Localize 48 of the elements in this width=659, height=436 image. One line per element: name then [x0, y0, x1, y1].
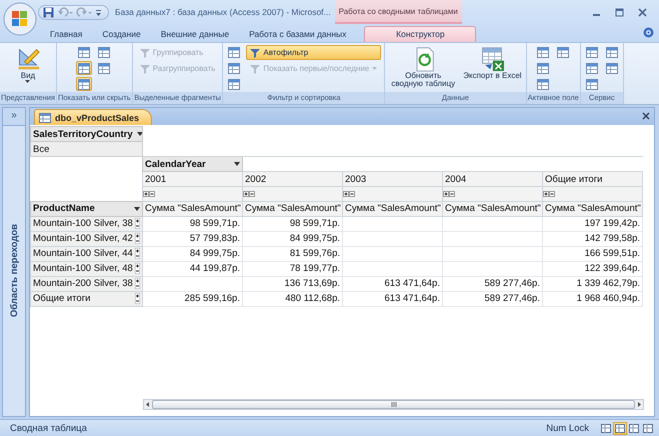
ribbon-tab[interactable]: Создание [92, 26, 151, 42]
window-title: База данных7 : база данных (Access 2007) - Microsof... [115, 7, 331, 17]
ribbon-button[interactable]: Автофильтр [246, 45, 382, 60]
column-header[interactable]: 2004 [442, 172, 542, 186]
measure-header: Сумма "SalesAmount" [142, 201, 242, 216]
column-header[interactable]: 2002 [242, 172, 342, 186]
ribbon-tab[interactable]: Внешние данные [150, 26, 240, 42]
value-cell: 285 599,16р. [142, 291, 242, 306]
column-header[interactable]: Общие итоги [542, 172, 643, 186]
ribbon-button[interactable]: Вид [14, 45, 41, 91]
navigation-pane-title: Область переходов [8, 224, 20, 318]
value-cell: 589 277,46р. [442, 276, 542, 291]
value-cell: 613 471,64р. [342, 276, 442, 291]
ribbon-button[interactable]: Обновить сводную таблицу [388, 45, 458, 91]
ribbon-tab[interactable]: Конструктор [364, 26, 476, 42]
value-cell: 142 799,58р. [542, 231, 643, 246]
expand-navigation-button[interactable]: » [3, 108, 25, 126]
value-cell: 98 599,71р. [242, 216, 342, 231]
value-cell: 44 199,87р. [142, 261, 242, 276]
contextual-tab-group: Работа со сводными таблицами [334, 0, 462, 24]
num-lock-indicator: Num Lock [545, 422, 589, 434]
value-cell: 480 112,68р. [242, 291, 342, 306]
value-cell: 613 471,64р. [342, 291, 442, 306]
value-cell: 84 999,75р. [142, 246, 242, 261]
value-cell: 98 599,71р. [142, 216, 242, 231]
value-cell: 1 968 460,94р. [542, 291, 643, 306]
measure-header: Сумма "SalesAmount" [242, 201, 342, 216]
ribbon-button[interactable]: Экспорт в Excel [462, 45, 523, 91]
measure-header: Сумма "SalesAmount" [542, 201, 643, 216]
status-text: Сводная таблица [10, 422, 87, 434]
value-cell: 589 277,46р. [442, 291, 542, 306]
measure-header: Сумма "SalesAmount" [342, 201, 442, 216]
value-cell: 197 199,42р. [542, 216, 643, 231]
column-header[interactable]: 2001 [142, 172, 242, 186]
value-cell: 84 999,75р. [242, 231, 342, 246]
measure-header: Сумма "SalesAmount" [442, 201, 542, 216]
ribbon-tab[interactable]: Главная [40, 26, 92, 42]
value-cell: 136 713,69р. [242, 276, 342, 291]
column-header[interactable]: 2003 [342, 172, 442, 186]
filter-value[interactable]: Все [30, 142, 142, 156]
value-cell: 57 799,83р. [142, 231, 242, 246]
ribbon-tab[interactable]: Работа с базами данных [239, 26, 356, 42]
document-tab[interactable]: dbo_vProductSales [34, 109, 152, 125]
value-cell: 166 599,51р. [542, 246, 643, 261]
value-cell: 81 599,76р. [242, 246, 342, 261]
value-cell: 1 339 462,79р. [542, 276, 643, 291]
value-cell: 122 399,64р. [542, 261, 643, 276]
value-cell: 78 199,77р. [242, 261, 342, 276]
